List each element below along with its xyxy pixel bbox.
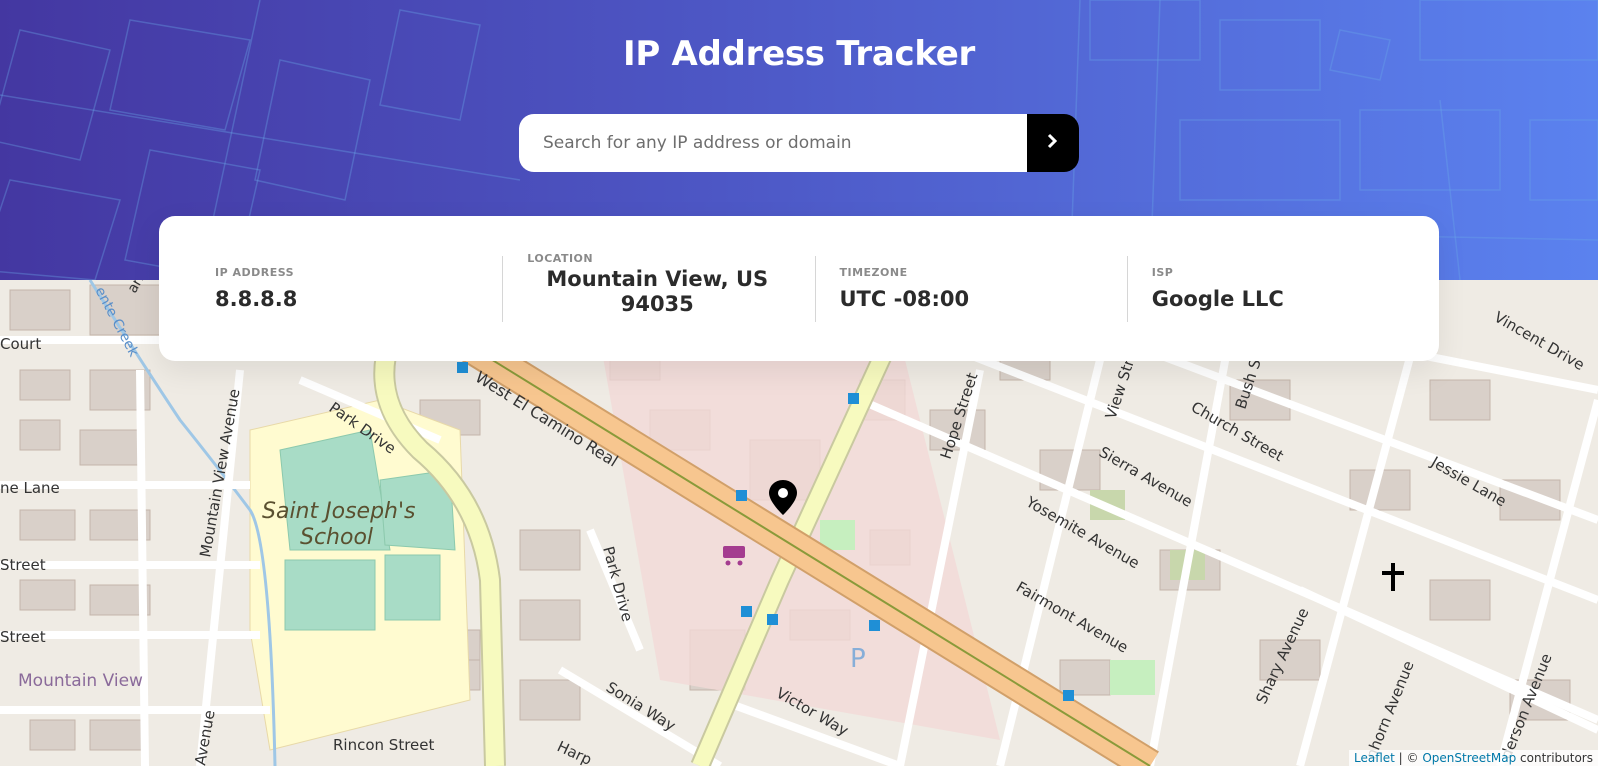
isp-value: Google LLC bbox=[1151, 287, 1284, 311]
location-label: LOCATION bbox=[527, 252, 594, 265]
page-title: IP Address Tracker bbox=[623, 34, 975, 74]
location-value: Mountain View, US 94035 bbox=[546, 267, 769, 316]
info-ip-address: IP ADDRESS 8.8.8.8 bbox=[159, 256, 502, 322]
ip-info-card: IP ADDRESS 8.8.8.8 LOCATION Mountain Vie… bbox=[159, 216, 1439, 361]
attribution-separator: | © bbox=[1394, 751, 1423, 765]
osm-link[interactable]: OpenStreetMap bbox=[1422, 751, 1516, 765]
attribution-suffix: contributors bbox=[1516, 751, 1593, 765]
timezone-value: UTC -08:00 bbox=[839, 287, 970, 311]
chevron-right-icon bbox=[1047, 133, 1059, 153]
search-button[interactable] bbox=[1027, 114, 1079, 172]
search-input[interactable] bbox=[519, 114, 1027, 172]
info-location: LOCATION Mountain View, US 94035 bbox=[502, 252, 814, 322]
info-isp: ISP Google LLC bbox=[1126, 255, 1439, 322]
info-timezone: TIMEZONE UTC -08:00 bbox=[814, 255, 1127, 322]
ip-address-value: 8.8.8.8 bbox=[215, 287, 298, 311]
search-bar bbox=[519, 114, 1079, 172]
map-attribution: Leaflet | © OpenStreetMap contributors bbox=[1349, 750, 1598, 766]
ip-address-label: IP ADDRESS bbox=[215, 266, 295, 279]
parking-icon: P bbox=[850, 644, 866, 674]
isp-label: ISP bbox=[1151, 266, 1174, 279]
timezone-label: TIMEZONE bbox=[839, 266, 908, 279]
leaflet-link[interactable]: Leaflet bbox=[1354, 751, 1395, 765]
